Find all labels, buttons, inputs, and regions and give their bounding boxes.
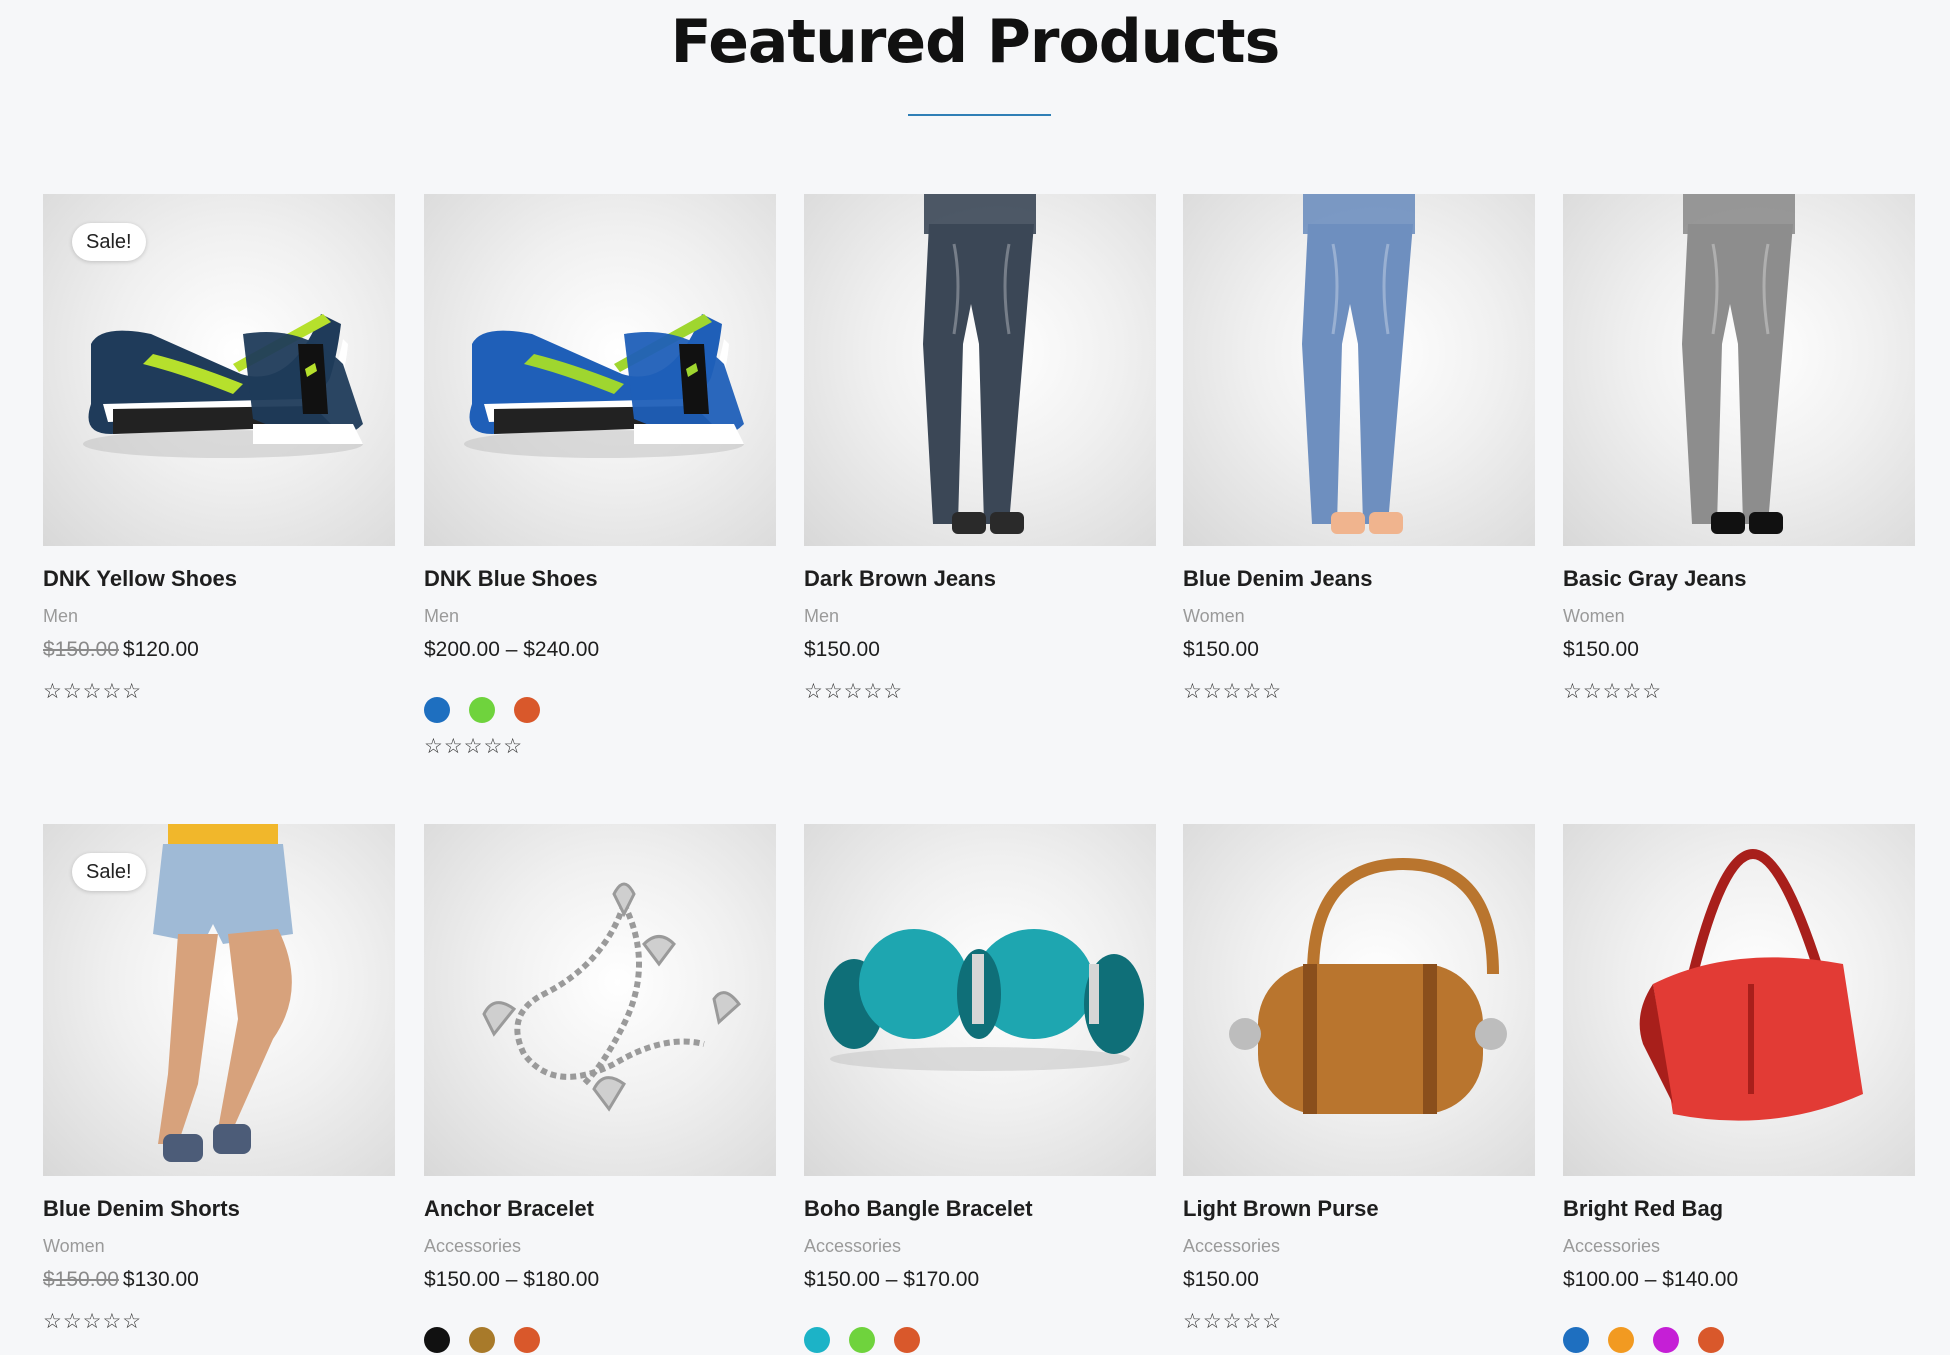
- product-price: $150.00 – $180.00: [424, 1268, 599, 1292]
- color-swatch[interactable]: [469, 1327, 495, 1353]
- color-swatches: [1563, 1327, 1724, 1353]
- color-swatch[interactable]: [1608, 1327, 1634, 1353]
- product-image[interactable]: Sale!: [43, 194, 395, 546]
- product-card[interactable]: Bright Red Bag Accessories $100.00 – $140.…: [1563, 824, 1915, 1353]
- color-swatch[interactable]: [514, 1327, 540, 1353]
- current-price: $150.00 – $180.00: [424, 1268, 600, 1291]
- color-swatches: [424, 1327, 540, 1353]
- current-price: $150.00: [1563, 638, 1639, 661]
- sale-badge: Sale!: [72, 853, 146, 891]
- product-image[interactable]: Sale!: [43, 824, 395, 1176]
- product-image[interactable]: [1183, 194, 1535, 546]
- color-swatch[interactable]: [1563, 1327, 1589, 1353]
- product-image[interactable]: [424, 194, 776, 546]
- current-price: $150.00: [1183, 638, 1259, 661]
- product-price: $150.00: [1183, 1268, 1259, 1292]
- color-swatches: [804, 1327, 920, 1353]
- product-card[interactable]: Anchor Bracelet Accessories $150.00 – $180…: [424, 824, 776, 1353]
- star-rating: ☆☆☆☆☆: [1183, 1310, 1283, 1333]
- product-name[interactable]: DNK Yellow Shoes: [43, 566, 237, 592]
- color-swatches: [424, 697, 540, 723]
- product-price: $150.00: [1183, 638, 1259, 662]
- current-price: $200.00 – $240.00: [424, 638, 600, 661]
- color-swatch[interactable]: [424, 1327, 450, 1353]
- product-card[interactable]: DNK Blue Shoes Men $200.00 – $240.00 ☆☆☆☆☆: [424, 194, 776, 758]
- color-swatch[interactable]: [424, 697, 450, 723]
- product-name[interactable]: Blue Denim Jeans: [1183, 566, 1373, 592]
- current-price: $130.00: [122, 1268, 199, 1291]
- product-price: $150.00 – $170.00: [804, 1268, 979, 1292]
- color-swatch[interactable]: [1653, 1327, 1679, 1353]
- product-image[interactable]: [804, 194, 1156, 546]
- product-price: $150.00: [1563, 638, 1639, 662]
- current-price: $100.00 – $140.00: [1563, 1268, 1739, 1291]
- product-price: $150.00 $120.00: [43, 638, 199, 662]
- product-category[interactable]: Men: [43, 606, 78, 627]
- color-swatch[interactable]: [804, 1327, 830, 1353]
- product-card[interactable]: Light Brown Purse Accessories $150.00 ☆☆☆☆☆: [1183, 824, 1535, 1333]
- product-card[interactable]: Sale! Blue Denim Shorts Women $150.00 $130.0…: [43, 824, 395, 1333]
- original-price: $150.00: [43, 1268, 119, 1291]
- product-price: $150.00: [804, 638, 880, 662]
- star-rating: ☆☆☆☆☆: [1563, 680, 1663, 703]
- product-name[interactable]: DNK Blue Shoes: [424, 566, 598, 592]
- product-image[interactable]: [1563, 194, 1915, 546]
- product-image[interactable]: [1183, 824, 1535, 1176]
- product-image[interactable]: [424, 824, 776, 1176]
- current-price: $150.00: [1183, 1268, 1259, 1291]
- color-swatch[interactable]: [1698, 1327, 1724, 1353]
- product-image[interactable]: [1563, 824, 1915, 1176]
- product-category[interactable]: Men: [804, 606, 839, 627]
- product-name[interactable]: Boho Bangle Bracelet: [804, 1196, 1033, 1222]
- product-grid: Sale! DNK Yellow Shoes Men $150.00 $120.00 ☆☆…: [0, 0, 1950, 1355]
- current-price: $150.00 – $170.00: [804, 1268, 980, 1291]
- original-price: $150.00: [43, 638, 119, 661]
- product-card[interactable]: Dark Brown Jeans Men $150.00 ☆☆☆☆☆: [804, 194, 1156, 703]
- color-swatch[interactable]: [849, 1327, 875, 1353]
- product-category[interactable]: Women: [43, 1236, 105, 1257]
- sale-badge: Sale!: [72, 223, 146, 261]
- product-category[interactable]: Accessories: [804, 1236, 901, 1257]
- product-name[interactable]: Basic Gray Jeans: [1563, 566, 1746, 592]
- color-swatch[interactable]: [894, 1327, 920, 1353]
- product-category[interactable]: Accessories: [1563, 1236, 1660, 1257]
- star-rating: ☆☆☆☆☆: [43, 680, 143, 703]
- color-swatch[interactable]: [469, 697, 495, 723]
- current-price: $150.00: [804, 638, 880, 661]
- star-rating: ☆☆☆☆☆: [424, 735, 524, 758]
- product-category[interactable]: Accessories: [424, 1236, 521, 1257]
- product-card[interactable]: Blue Denim Jeans Women $150.00 ☆☆☆☆☆: [1183, 194, 1535, 703]
- product-card[interactable]: Boho Bangle Bracelet Accessories $150.00 –…: [804, 824, 1156, 1353]
- product-name[interactable]: Anchor Bracelet: [424, 1196, 594, 1222]
- product-name[interactable]: Blue Denim Shorts: [43, 1196, 240, 1222]
- product-category[interactable]: Accessories: [1183, 1236, 1280, 1257]
- product-card[interactable]: Sale! DNK Yellow Shoes Men $150.00 $120.00 ☆☆…: [43, 194, 395, 703]
- product-name[interactable]: Dark Brown Jeans: [804, 566, 996, 592]
- product-category[interactable]: Women: [1563, 606, 1625, 627]
- star-rating: ☆☆☆☆☆: [1183, 680, 1283, 703]
- product-name[interactable]: Light Brown Purse: [1183, 1196, 1379, 1222]
- star-rating: ☆☆☆☆☆: [804, 680, 904, 703]
- product-price: $100.00 – $140.00: [1563, 1268, 1738, 1292]
- product-image[interactable]: [804, 824, 1156, 1176]
- product-price: $200.00 – $240.00: [424, 638, 599, 662]
- current-price: $120.00: [122, 638, 199, 661]
- color-swatch[interactable]: [514, 697, 540, 723]
- product-name[interactable]: Bright Red Bag: [1563, 1196, 1723, 1222]
- product-price: $150.00 $130.00: [43, 1268, 199, 1292]
- product-category[interactable]: Men: [424, 606, 459, 627]
- star-rating: ☆☆☆☆☆: [43, 1310, 143, 1333]
- product-card[interactable]: Basic Gray Jeans Women $150.00 ☆☆☆☆☆: [1563, 194, 1915, 703]
- product-category[interactable]: Women: [1183, 606, 1245, 627]
